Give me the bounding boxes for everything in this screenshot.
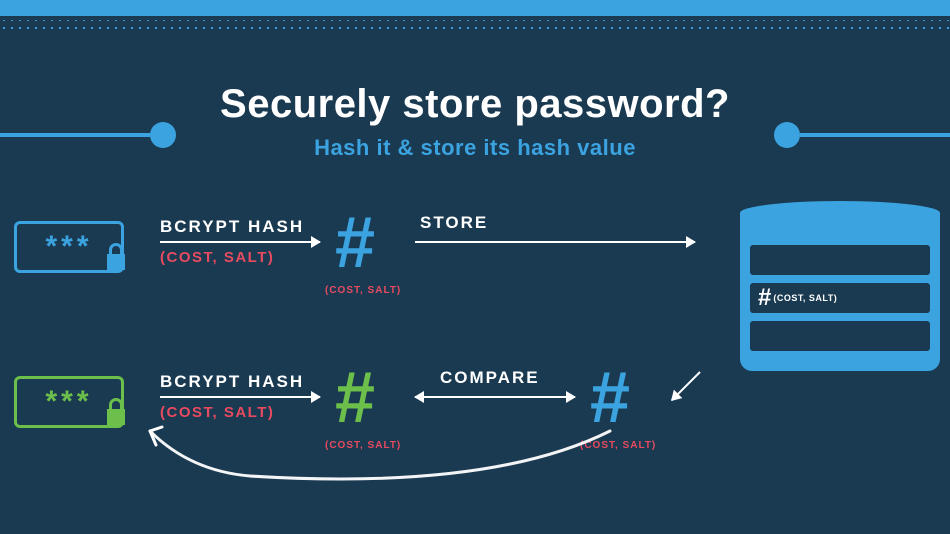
chalk-arrow-icon (130, 421, 630, 501)
password-input-original: *** (14, 221, 124, 273)
dotted-divider (0, 20, 950, 32)
db-row-stored-hash: # (COST, SALT) (750, 283, 930, 313)
arrow-store (415, 241, 695, 243)
bcrypt-hash-label-2: BCRYPT HASH (160, 372, 304, 392)
divider-left (0, 133, 150, 137)
hash-icon-result-1: # (335, 207, 375, 279)
bcrypt-params-2: (COST, SALT) (160, 404, 274, 421)
arrow-from-db (671, 371, 701, 401)
password-input-login: *** (14, 376, 124, 428)
arrow-to-hash-1 (160, 241, 320, 243)
arrow-to-hash-2 (160, 396, 320, 398)
db-row (750, 245, 930, 275)
db-stored-params: (COST, SALT) (773, 293, 837, 303)
password-masked-text: *** (45, 385, 92, 419)
divider-right (800, 133, 950, 137)
store-label: STORE (420, 213, 488, 233)
arrow-compare (415, 396, 575, 398)
dot-left-icon (150, 122, 176, 148)
compare-label: COMPARE (440, 368, 540, 388)
password-masked-text: *** (45, 230, 92, 264)
lock-icon (103, 242, 129, 280)
header: Securely store password? Hash it & store… (0, 82, 950, 161)
bcrypt-params-1: (COST, SALT) (160, 249, 274, 266)
hash-params-1: (COST, SALT) (325, 285, 401, 296)
page-subtitle: Hash it & store its hash value (0, 135, 950, 161)
database-icon: # (COST, SALT) (740, 201, 940, 371)
top-accent-bar (0, 0, 950, 16)
dot-right-icon (774, 122, 800, 148)
db-row (750, 321, 930, 351)
page-title: Securely store password? (0, 82, 950, 127)
bcrypt-hash-label-1: BCRYPT HASH (160, 217, 304, 237)
hash-icon-small: # (758, 284, 771, 312)
diagram: *** BCRYPT HASH (COST, SALT) # (COST, SA… (0, 201, 950, 521)
lock-icon (103, 397, 129, 435)
